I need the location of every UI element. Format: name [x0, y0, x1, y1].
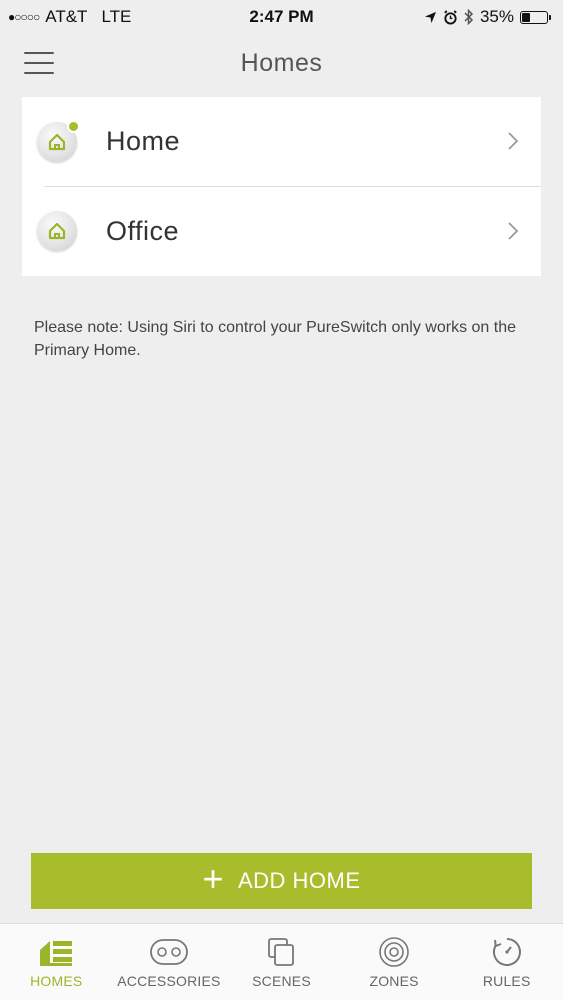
carrier-label: AT&T	[45, 7, 88, 26]
tab-label: RULES	[482, 973, 531, 989]
chevron-right-icon	[508, 222, 519, 240]
tab-accessories[interactable]: ACCESSORIES	[117, 936, 221, 989]
scenes-icon	[268, 938, 295, 966]
network-label: LTE	[101, 7, 132, 26]
tab-homes[interactable]: HOMES	[6, 936, 106, 989]
plus-icon: +	[202, 858, 224, 899]
accessories-icon	[149, 939, 188, 965]
tab-label: ZONES	[369, 973, 419, 989]
status-left: ●○○○○ AT&T LTE	[8, 7, 131, 27]
home-row-office[interactable]: Office	[37, 186, 541, 275]
alarm-clock-icon	[444, 9, 457, 25]
location-arrow-icon	[424, 11, 437, 23]
house-icon	[37, 119, 80, 162]
house-icon	[37, 211, 77, 251]
tab-bar: HOMES ACCESSORIES SCENES ZONES RULES	[0, 923, 563, 1000]
primary-home-indicator-icon	[67, 119, 80, 133]
tab-rules[interactable]: RULES	[457, 936, 557, 989]
add-home-label: ADD HOME	[237, 868, 361, 893]
page-title: Homes	[240, 48, 323, 77]
homes-icon	[40, 941, 73, 966]
tab-label: SCENES	[252, 973, 311, 989]
signal-strength-icon: ●○○○○	[8, 10, 40, 24]
homes-list: Home Office	[22, 97, 541, 276]
add-home-button[interactable]: + ADD HOME	[31, 853, 532, 909]
tab-zones[interactable]: ZONES	[344, 936, 444, 989]
navigation-bar: Homes	[0, 34, 563, 92]
status-bar: ●○○○○ AT&T LTE 2:47 PM 35%	[0, 0, 563, 34]
zones-icon	[379, 937, 409, 967]
hamburger-menu-icon[interactable]	[24, 52, 54, 76]
home-name: Office	[106, 215, 180, 246]
siri-note: Please note: Using Siri to control your …	[34, 319, 517, 359]
tab-label: HOMES	[30, 973, 83, 989]
tab-scenes[interactable]: SCENES	[231, 936, 331, 989]
battery-percentage: 35%	[479, 7, 514, 26]
bluetooth-icon	[464, 9, 474, 25]
tab-label: ACCESSORIES	[117, 973, 221, 989]
chevron-right-icon	[508, 132, 519, 150]
status-right: 35%	[424, 7, 551, 27]
home-row-home[interactable]: Home	[22, 97, 541, 186]
home-name: Home	[106, 126, 181, 156]
battery-icon	[520, 10, 551, 24]
rules-icon	[492, 938, 521, 966]
